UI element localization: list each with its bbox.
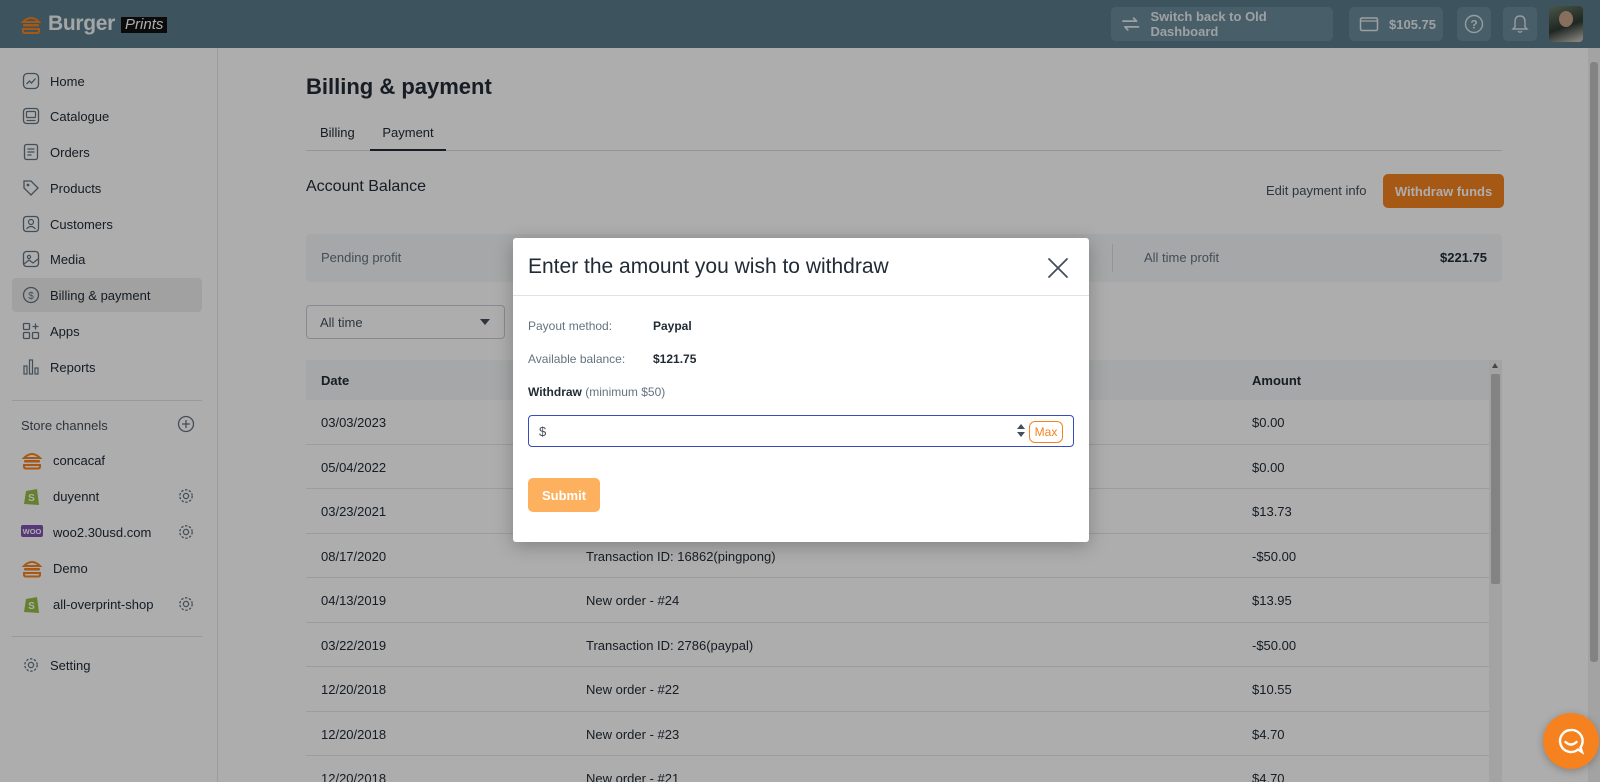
payout-method-value: Paypal [653, 319, 692, 333]
amount-field[interactable]: $ Max [528, 415, 1074, 447]
close-icon[interactable] [1047, 257, 1069, 279]
available-balance-label: Available balance: [528, 352, 626, 366]
modal-header: Enter the amount you wish to withdraw [513, 238, 1089, 296]
withdraw-minimum-hint: (minimum $50) [585, 385, 666, 399]
number-stepper[interactable] [1017, 424, 1025, 438]
currency-prefix: $ [539, 424, 547, 439]
modal-title: Enter the amount you wish to withdraw [528, 255, 889, 278]
payout-method-label: Payout method: [528, 319, 613, 333]
stepper-up-icon[interactable] [1017, 424, 1025, 429]
submit-button[interactable]: Submit [528, 478, 600, 512]
stepper-down-icon[interactable] [1017, 432, 1025, 437]
chat-button[interactable] [1543, 713, 1599, 769]
amount-input[interactable] [553, 420, 993, 442]
withdraw-modal: Enter the amount you wish to withdraw Pa… [513, 238, 1089, 542]
chat-icon [1558, 728, 1585, 755]
withdraw-label-text: Withdraw [528, 385, 582, 399]
max-button[interactable]: Max [1029, 421, 1063, 443]
available-balance-value: $121.75 [653, 352, 697, 366]
withdraw-field-label: Withdraw (minimum $50) [528, 385, 665, 399]
